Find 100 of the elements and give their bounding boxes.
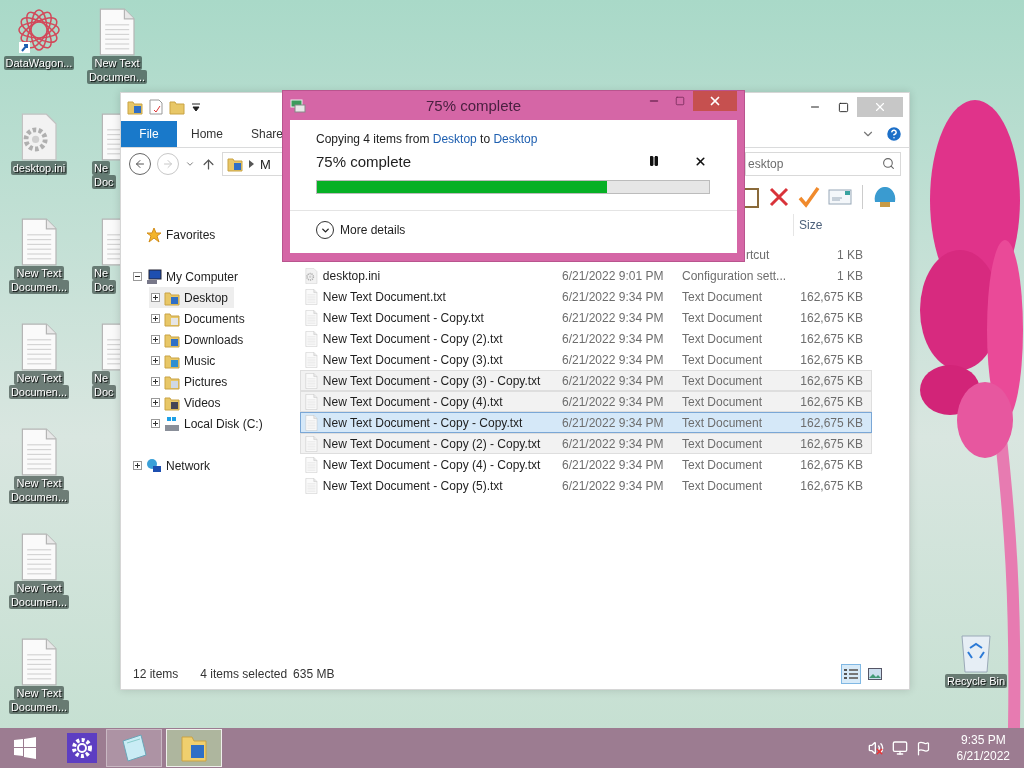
progress-heading: 75% complete: [316, 152, 413, 170]
notepad-icon: [119, 733, 149, 763]
desktop-folder-icon: [227, 156, 243, 172]
column-header[interactable]: Size: [793, 214, 868, 236]
file-row[interactable]: New Text Document - Copy.txt 6/21/2022 9:34 PM Text Document 162,675 KB: [300, 307, 872, 328]
icon-label: Ne: [92, 371, 111, 385]
documents-folder-icon: [164, 310, 180, 327]
maximize-icon: [675, 96, 685, 106]
file-row[interactable]: New Text Document - Copy (3).txt 6/21/2022 9:34 PM Text Document 162,675 KB: [300, 349, 872, 370]
type-cell: Configuration sett...: [682, 268, 787, 283]
nav-item[interactable]: Music: [149, 350, 222, 371]
nav-item[interactable]: Favorites: [131, 224, 222, 245]
date-cell: 6/21/2022 9:34 PM: [562, 436, 664, 451]
network-icon[interactable]: [891, 740, 908, 756]
file-row[interactable]: New Text Document - Copy (5).txt 6/21/2022 9:34 PM Text Document 162,675 KB: [300, 475, 872, 496]
nav-item[interactable]: Local Disk (C:): [149, 413, 269, 434]
nav-item[interactable]: Downloads: [149, 329, 250, 350]
type-cell: Text Document: [682, 415, 763, 430]
file-row[interactable]: desktop.ini 6/21/2022 9:01 PM Configuration sett... 1 KB: [300, 265, 872, 286]
dropdown-icon[interactable]: [191, 102, 201, 112]
file-row[interactable]: New Text Document.txt 6/21/2022 9:34 PM Text Document 162,675 KB: [300, 286, 872, 307]
document-icon: [19, 323, 59, 371]
date-cell: 6/21/2022 9:34 PM: [562, 394, 664, 409]
date-cell: 6/21/2022 9:01 PM: [562, 268, 664, 283]
file-row[interactable]: New Text Document - Copy (2).txt 6/21/2022 9:34 PM Text Document 162,675 KB: [300, 328, 872, 349]
downloads-folder-icon: [164, 331, 180, 348]
expand-icon[interactable]: [151, 335, 160, 344]
nav-item[interactable]: Network: [131, 455, 216, 476]
checkmark-icon[interactable]: [798, 186, 820, 208]
star-icon: [146, 226, 162, 243]
delete-icon[interactable]: [768, 186, 790, 208]
close-icon: [708, 94, 722, 108]
expand-icon[interactable]: [133, 461, 142, 470]
nav-item[interactable]: Videos: [149, 392, 227, 413]
date-cell: 6/21/2022 9:34 PM: [562, 352, 664, 367]
more-details-button[interactable]: More details: [316, 221, 406, 239]
nav-item[interactable]: Pictures: [149, 371, 234, 392]
expand-icon[interactable]: [151, 314, 160, 323]
gear-icon: [67, 733, 97, 763]
folder-link[interactable]: Desktop: [493, 132, 538, 146]
nav-item[interactable]: Desktop: [149, 287, 235, 308]
envelope-icon[interactable]: [828, 188, 852, 206]
type-cell: Text Document: [682, 289, 763, 304]
file-row[interactable]: New Text Document - Copy (3) - Copy.txt 6/21/2022 9:34 PM Text Document 162,675 KB: [300, 370, 872, 391]
muted-speaker-icon[interactable]: [867, 740, 884, 756]
properties-icon[interactable]: [149, 99, 163, 115]
file-name: New Text Document - Copy (4).txt: [322, 394, 503, 409]
nav-item[interactable]: My Computer: [131, 266, 245, 287]
expand-icon[interactable]: [151, 398, 160, 407]
date-cell: 6/21/2022 9:34 PM: [562, 373, 664, 388]
date-cell: 6/21/2022 9:34 PM: [562, 310, 664, 325]
close-button[interactable]: [693, 91, 737, 111]
file-row[interactable]: New Text Document - Copy (4).txt 6/21/2022 9:34 PM Text Document 162,675 KB: [300, 391, 872, 412]
text-file-icon: [305, 309, 318, 326]
expand-icon[interactable]: [151, 293, 160, 302]
folder-link[interactable]: Desktop: [432, 132, 477, 146]
type-cell: Text Document: [682, 436, 763, 451]
breadcrumb-arrow-icon: [249, 160, 254, 168]
copy-icon: [290, 98, 306, 113]
size-cell: 162,675 KB: [800, 310, 863, 325]
expand-icon[interactable]: [151, 419, 160, 428]
up-button[interactable]: [201, 156, 216, 172]
search-icon[interactable]: [882, 157, 895, 170]
nav-item[interactable]: Documents: [149, 308, 251, 329]
document-icon: [97, 8, 137, 56]
icon-label: Doc: [92, 175, 116, 189]
help-icon[interactable]: [885, 125, 903, 143]
size-cell: 162,675 KB: [800, 394, 863, 409]
icon-label: Doc: [92, 280, 116, 294]
network-icon: [146, 457, 162, 474]
ribbon-tab[interactable]: File: [121, 121, 177, 147]
text-file-icon: [305, 414, 318, 431]
file-name: New Text Document - Copy (2).txt: [322, 331, 503, 346]
expand-icon[interactable]: [151, 377, 160, 386]
file-name: New Text Document - Copy (4) - Copy.txt: [322, 457, 541, 472]
ribbon-tab[interactable]: Home: [177, 121, 237, 147]
desktop-folder-icon: [127, 99, 143, 115]
file-row[interactable]: New Text Document - Copy (4) - Copy.txt 6/21/2022 9:34 PM Text Document 162,675 KB: [300, 454, 872, 475]
icon-label: New Text: [14, 476, 64, 490]
document-icon: [19, 638, 59, 686]
file-name: New Text Document - Copy - Copy.txt: [322, 415, 523, 430]
size-cell: 1 KB: [837, 247, 863, 262]
clock[interactable]: 9:35 PM 6/21/2022: [956, 732, 1010, 764]
type-cell: Text Document: [682, 457, 763, 472]
selection-count: 4 items selected: [200, 667, 288, 681]
settings-file-icon: [305, 267, 318, 284]
file-row[interactable]: New Text Document - Copy (2) - Copy.txt 6/21/2022 9:34 PM Text Document 162,675 KB: [300, 433, 872, 454]
close-icon: [693, 154, 707, 168]
flag-icon[interactable]: [915, 740, 931, 756]
expand-icon[interactable]: [151, 356, 160, 365]
size-cell: 162,675 KB: [800, 331, 863, 346]
file-row[interactable]: New Text Document - Copy - Copy.txt 6/21/2022 9:34 PM Text Document 162,675 KB: [300, 412, 872, 433]
taskbar-button[interactable]: [166, 729, 222, 767]
search-field[interactable]: esktop: [745, 152, 901, 176]
details-view-button[interactable]: [841, 664, 861, 684]
recent-dropdown-icon[interactable]: [185, 159, 195, 169]
shell-icon[interactable]: [873, 186, 897, 208]
collapse-icon[interactable]: [133, 272, 142, 281]
text-file-icon: [305, 435, 318, 452]
back-arrow-icon: [134, 158, 146, 170]
